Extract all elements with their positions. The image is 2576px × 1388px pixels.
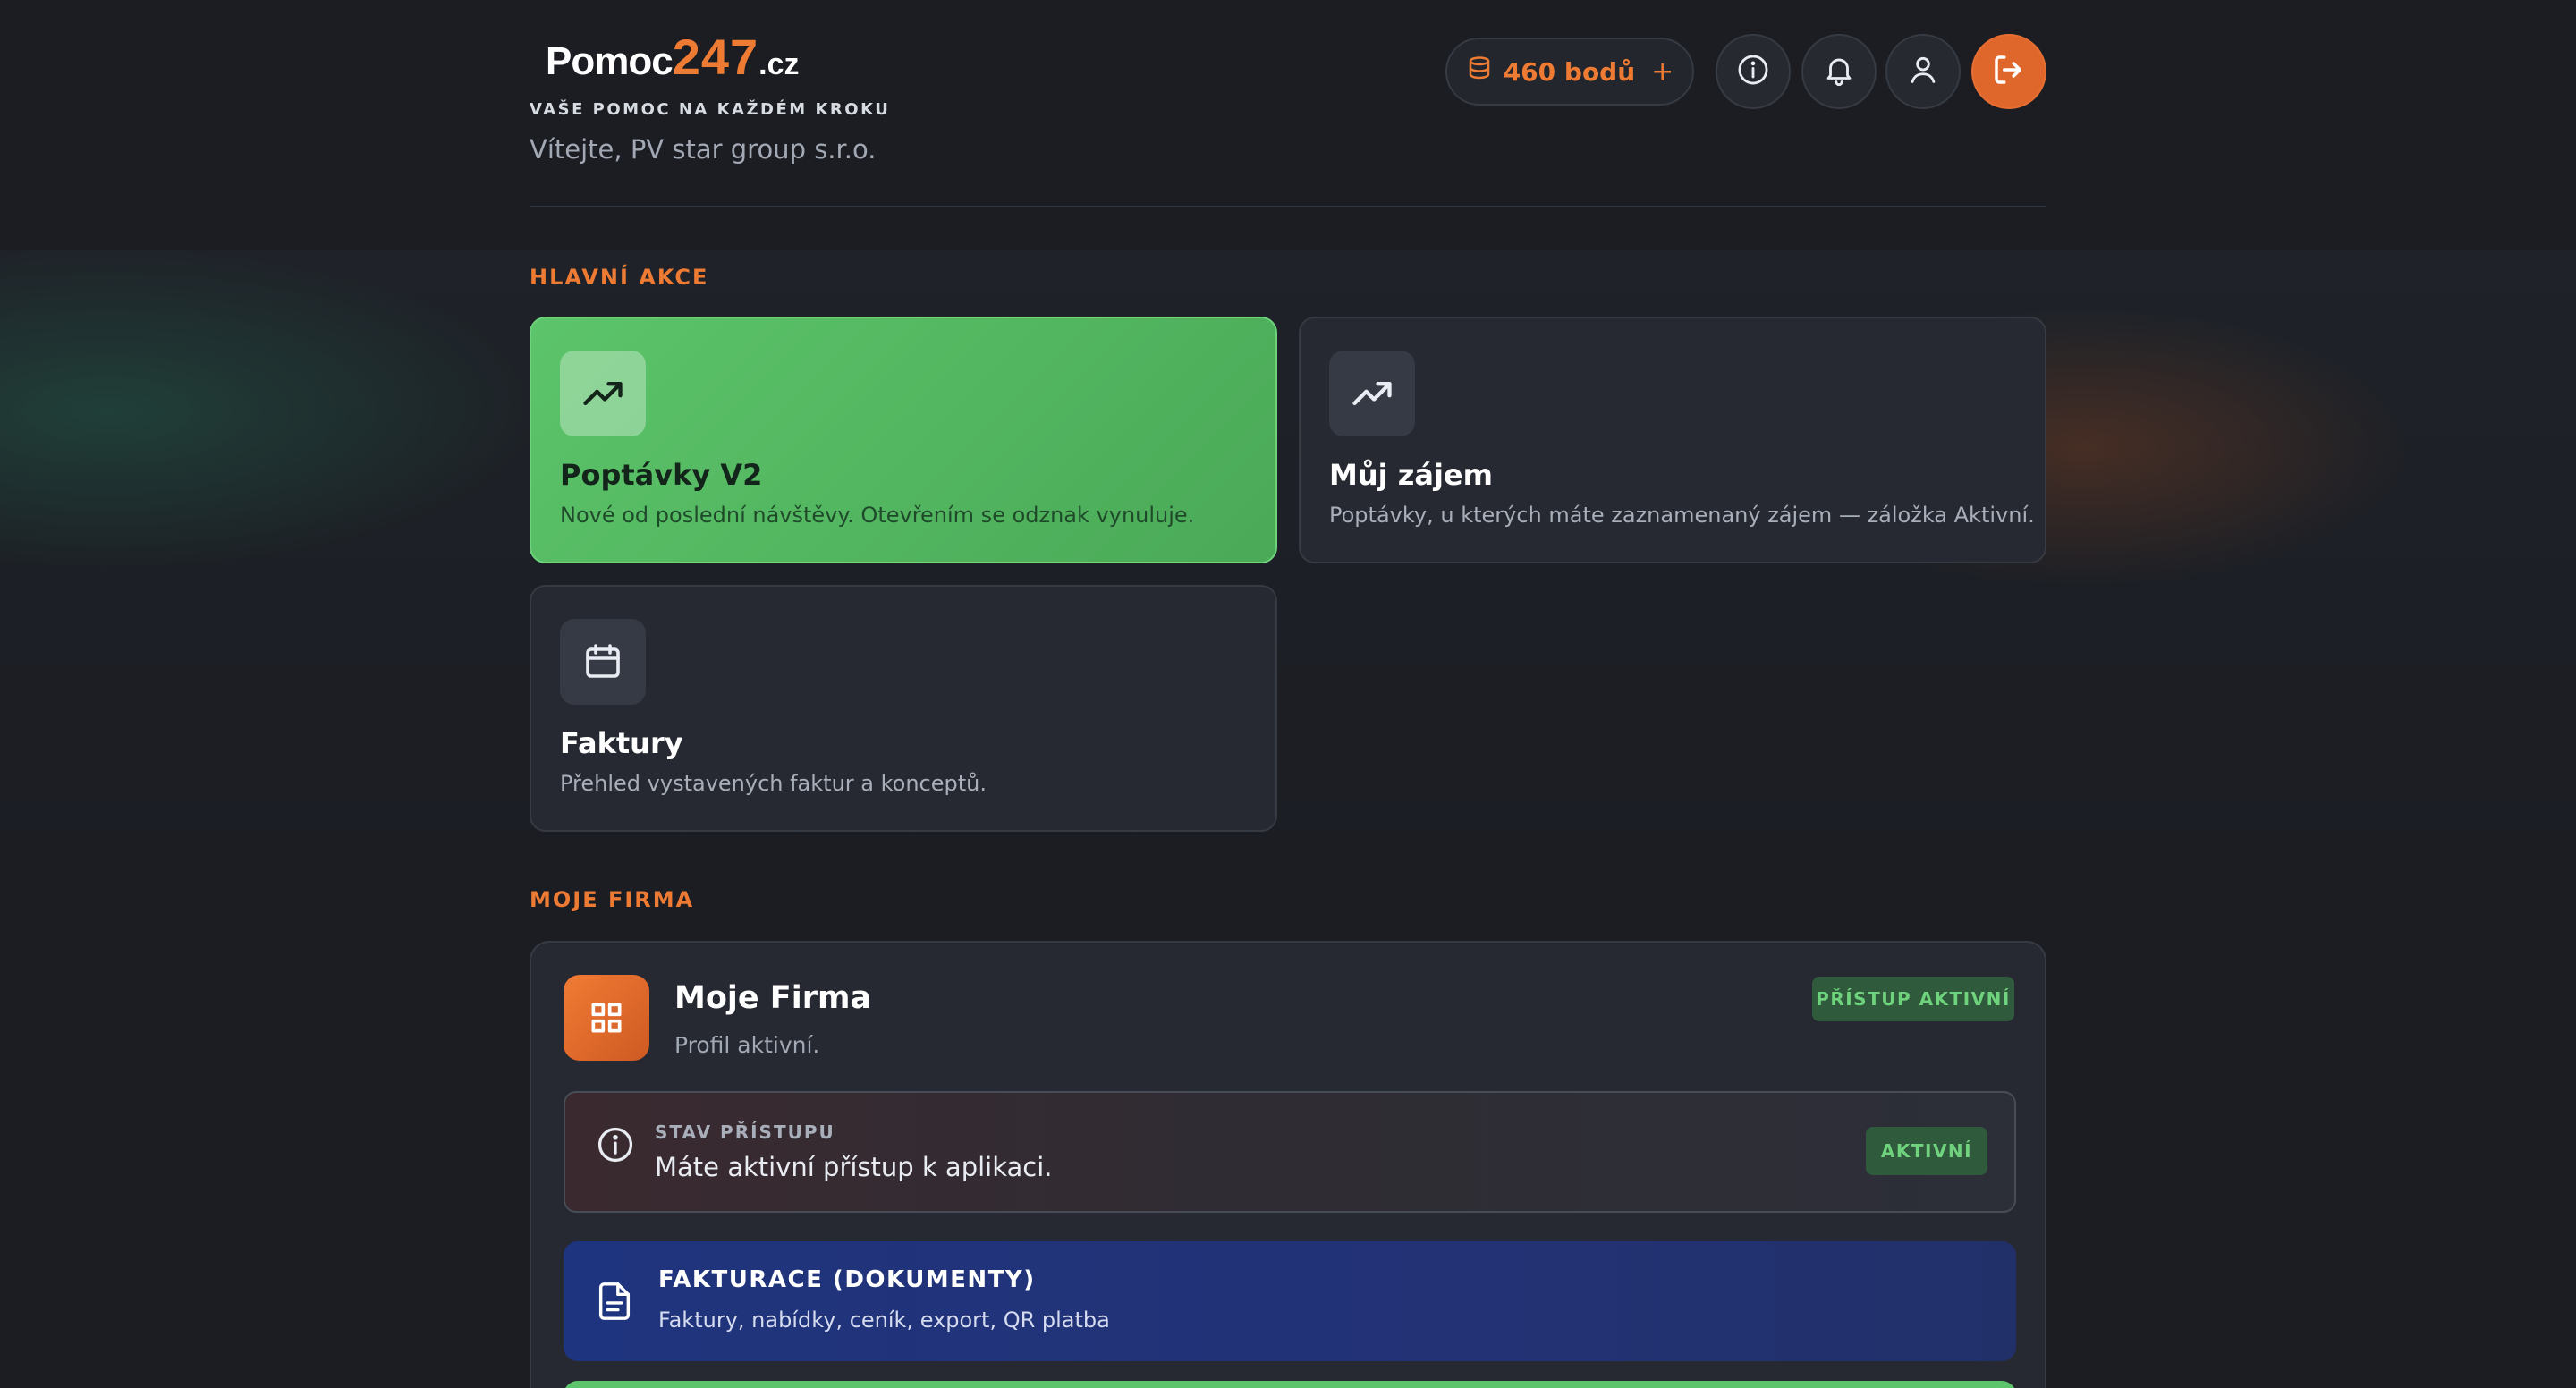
card-faktury[interactable]: Faktury Přehled vystavených faktur a kon… bbox=[530, 585, 1277, 832]
user-icon bbox=[1906, 53, 1940, 90]
welcome-text: Vítejte, PV star group s.r.o. bbox=[530, 134, 877, 165]
company-subtitle: Profil aktivní. bbox=[674, 1032, 820, 1058]
access-active-badge: PŘÍSTUP AKTIVNÍ bbox=[1812, 977, 2014, 1021]
card-muj-zajem[interactable]: Můj zájem Poptávky, u kterých máte zazna… bbox=[1299, 317, 2046, 563]
document-icon bbox=[594, 1279, 635, 1327]
billing-documents-button[interactable]: FAKTURACE (DOKUMENTY) Faktury, nabídky, … bbox=[564, 1241, 2016, 1361]
grid-icon bbox=[564, 975, 649, 1061]
info-icon bbox=[596, 1125, 635, 1168]
card-title: Faktury bbox=[560, 726, 683, 760]
status-label: STAV PŘÍSTUPU bbox=[655, 1121, 835, 1143]
info-icon bbox=[1736, 53, 1770, 90]
points-plus: + bbox=[1651, 55, 1674, 88]
card-description: Přehled vystavených faktur a konceptů. bbox=[560, 771, 987, 796]
points-balance-button[interactable]: 460 bodů + bbox=[1445, 38, 1694, 106]
tagline: VAŠE POMOC NA KAŽDÉM KROKU bbox=[530, 100, 891, 119]
billing-description: Faktury, nabídky, ceník, export, QR plat… bbox=[658, 1308, 1110, 1333]
card-title: Můj zájem bbox=[1329, 458, 1493, 492]
page-container: Pomoc 247 .cz VAŠE POMOC NA KAŽDÉM KROKU… bbox=[530, 0, 2046, 1388]
logout-button[interactable] bbox=[1971, 34, 2046, 109]
top-header: Pomoc 247 .cz VAŠE POMOC NA KAŽDÉM KROKU… bbox=[530, 0, 2046, 207]
info-button[interactable] bbox=[1716, 34, 1791, 109]
database-icon bbox=[1466, 55, 1493, 89]
card-poptavky-v2[interactable]: Poptávky V2 Nové od poslední návštěvy. O… bbox=[530, 317, 1277, 563]
logo-text-247: 247 bbox=[672, 29, 759, 85]
points-label: 460 bodů bbox=[1503, 56, 1636, 87]
card-description: Poptávky, u kterých máte zaznamenaný záj… bbox=[1329, 503, 2035, 528]
company-title: Moje Firma bbox=[674, 980, 872, 1016]
profile-button[interactable] bbox=[1885, 34, 1961, 109]
trending-up-icon bbox=[560, 351, 646, 436]
status-text: Máte aktivní přístup k aplikaci. bbox=[655, 1152, 1053, 1182]
logout-icon bbox=[1990, 51, 2028, 92]
card-description: Nové od poslední návštěvy. Otevřením se … bbox=[560, 503, 1195, 528]
trending-up-icon bbox=[1329, 351, 1415, 436]
status-badge: AKTIVNÍ bbox=[1866, 1127, 1987, 1175]
logo[interactable]: Pomoc 247 .cz bbox=[546, 32, 800, 84]
section-label-my-company: MOJE FIRMA bbox=[530, 887, 695, 912]
access-status-box: STAV PŘÍSTUPU Máte aktivní přístup k apl… bbox=[564, 1091, 2016, 1213]
next-action-button[interactable] bbox=[564, 1381, 2016, 1388]
bell-icon bbox=[1822, 53, 1856, 90]
notifications-button[interactable] bbox=[1801, 34, 1877, 109]
section-label-main-actions: HLAVNÍ AKCE bbox=[530, 265, 709, 290]
logo-text-cz: .cz bbox=[758, 47, 800, 81]
logo-text-pomoc: Pomoc bbox=[546, 39, 674, 83]
billing-title: FAKTURACE (DOKUMENTY) bbox=[658, 1266, 1036, 1293]
card-title: Poptávky V2 bbox=[560, 458, 763, 492]
company-panel: Moje Firma Profil aktivní. PŘÍSTUP AKTIV… bbox=[530, 941, 2046, 1388]
calendar-icon bbox=[560, 619, 646, 705]
